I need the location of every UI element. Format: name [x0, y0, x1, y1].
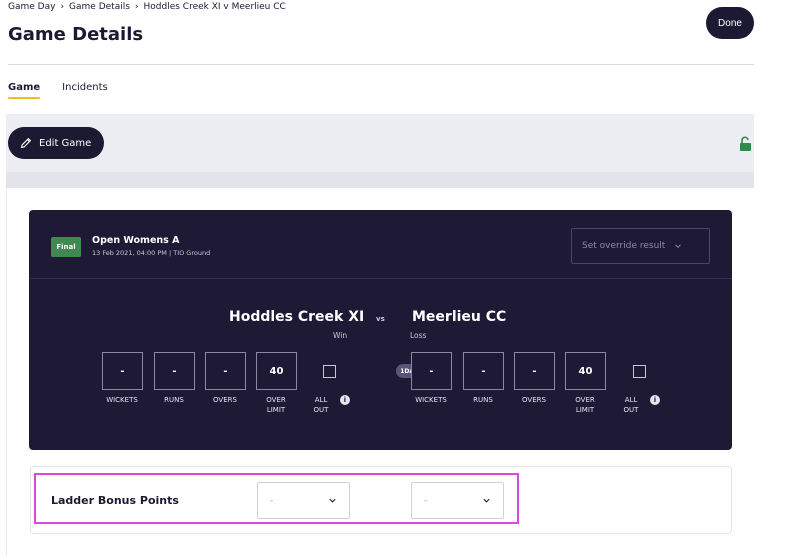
- home-bonus-select[interactable]: -: [257, 482, 350, 519]
- status-badge: Final: [51, 237, 81, 257]
- breadcrumb-item-game-day[interactable]: Game Day: [8, 2, 55, 12]
- home-wickets-input[interactable]: -: [102, 352, 143, 390]
- home-team-name: Hoddles Creek XI: [229, 309, 365, 325]
- home-runs-input[interactable]: -: [154, 352, 195, 390]
- override-result-placeholder: Set override result: [582, 241, 666, 251]
- away-runs-label: RUNS: [473, 396, 493, 404]
- header-divider: [8, 64, 754, 65]
- chevron-down-icon: [329, 498, 336, 503]
- breadcrumb: Game Day › Game Details › Hoddles Creek …: [8, 2, 286, 12]
- edit-game-label: Edit Game: [39, 137, 92, 149]
- away-bonus-select[interactable]: -: [411, 482, 504, 519]
- chevron-down-icon: [483, 498, 490, 503]
- edit-game-button[interactable]: Edit Game: [8, 127, 104, 159]
- tab-incidents[interactable]: Incidents: [62, 82, 108, 99]
- game-card: Final Open Womens A 13 Feb 2021, 04:00 P…: [29, 210, 732, 450]
- tab-game[interactable]: Game: [8, 82, 41, 99]
- home-result: Win: [333, 331, 348, 340]
- chevron-down-icon: [675, 244, 682, 249]
- match-meta: 13 Feb 2021, 04:00 PM | TIO Ground: [92, 249, 211, 257]
- away-all-out-checkbox[interactable]: [633, 365, 646, 378]
- ladder-bonus-label: Ladder Bonus Points: [51, 494, 179, 507]
- home-all-out-checkbox[interactable]: [323, 365, 336, 378]
- away-overs-input[interactable]: -: [514, 352, 555, 390]
- breadcrumb-item-game-details[interactable]: Game Details: [69, 2, 130, 12]
- game-card-header: Final Open Womens A 13 Feb 2021, 04:00 P…: [29, 210, 732, 279]
- away-result: Loss: [410, 331, 427, 340]
- home-overs-input[interactable]: -: [205, 352, 246, 390]
- home-wickets-label: WICKETS: [106, 396, 138, 404]
- info-icon[interactable]: i: [650, 395, 660, 405]
- all-label-line: ALL: [314, 396, 328, 404]
- competition-name: Open Womens A: [92, 235, 180, 246]
- tab-bar: Game Incidents: [8, 82, 108, 99]
- done-button[interactable]: Done: [706, 7, 754, 39]
- breadcrumb-item-current: Hoddles Creek XI v Meerlieu CC: [143, 2, 286, 12]
- out-label-line: OUT: [313, 406, 329, 414]
- away-wickets-input[interactable]: -: [411, 352, 452, 390]
- section-band: [6, 172, 754, 188]
- over-label-line: OVER: [266, 396, 286, 404]
- toolbar: Edit Game: [6, 114, 754, 172]
- away-over-limit-label: OVER LIMIT: [559, 395, 611, 415]
- home-over-limit-input[interactable]: 40: [256, 352, 297, 390]
- away-over-limit-input[interactable]: 40: [565, 352, 606, 390]
- home-bonus-value: -: [270, 495, 274, 506]
- over-label-line: OVER: [575, 396, 595, 404]
- vs-label: vs: [376, 315, 385, 323]
- all-label-line: ALL: [624, 396, 638, 404]
- home-runs-label: RUNS: [164, 396, 184, 404]
- away-bonus-value: -: [424, 495, 428, 506]
- away-overs-label: OVERS: [522, 396, 546, 404]
- limit-label-line: LIMIT: [575, 406, 595, 414]
- pencil-icon: [20, 138, 31, 149]
- override-result-select[interactable]: Set override result: [571, 228, 710, 264]
- breadcrumb-chevron-icon: ›: [60, 2, 65, 12]
- page-title: Game Details: [8, 24, 144, 45]
- out-label-line: OUT: [623, 406, 639, 414]
- away-team-name: Meerlieu CC: [412, 309, 507, 325]
- unlock-icon[interactable]: [738, 136, 752, 152]
- away-runs-input[interactable]: -: [463, 352, 504, 390]
- home-overs-label: OVERS: [213, 396, 237, 404]
- breadcrumb-chevron-icon: ›: [134, 2, 139, 12]
- away-wickets-label: WICKETS: [415, 396, 447, 404]
- info-icon[interactable]: i: [340, 395, 350, 405]
- limit-label-line: LIMIT: [266, 406, 286, 414]
